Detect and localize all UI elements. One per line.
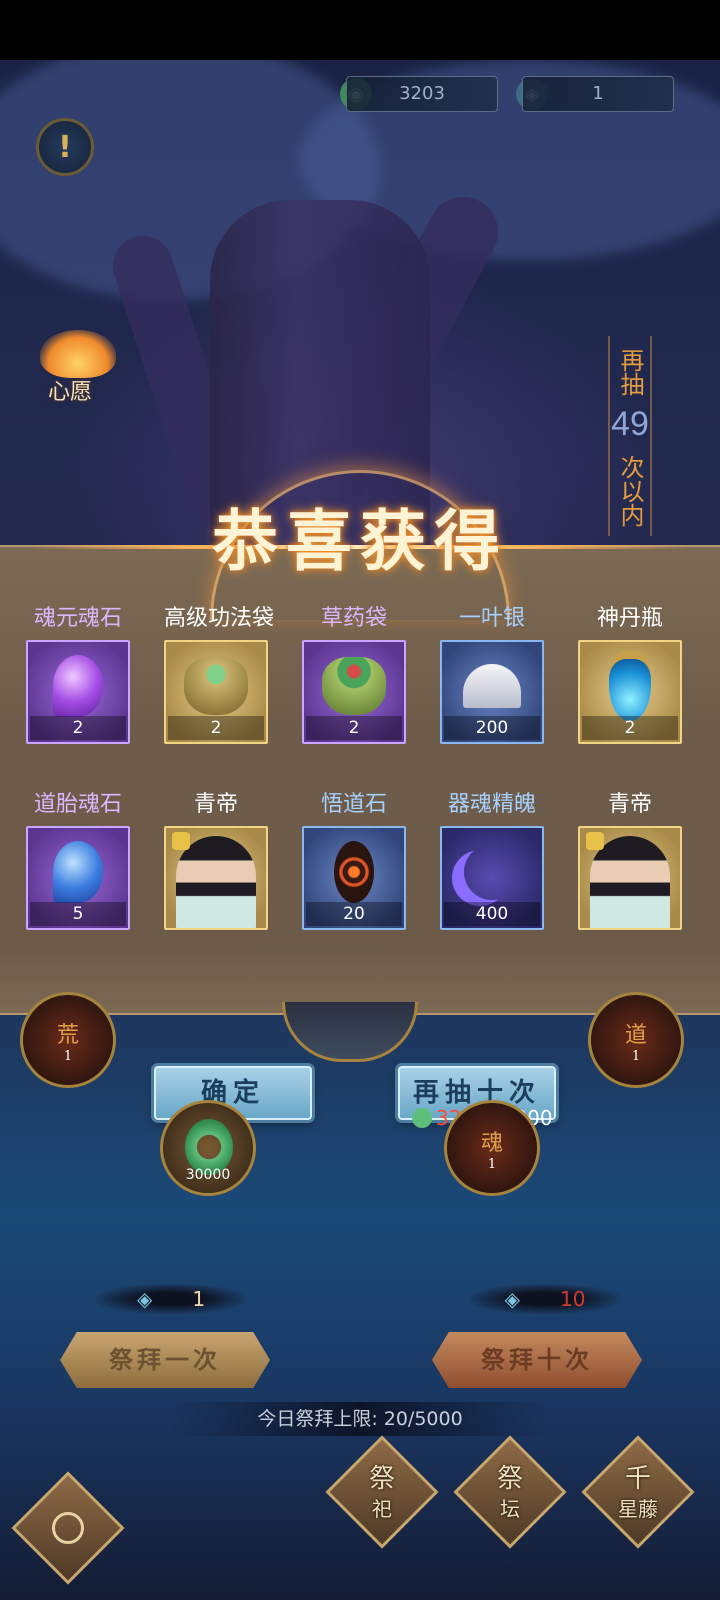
reward-item[interactable]: 器魂精魄 400: [440, 788, 544, 930]
reward-item[interactable]: 草药袋 2: [302, 602, 406, 744]
item-slot: 2: [26, 640, 130, 744]
nav-label-sub: 星藤: [618, 1497, 658, 1521]
item-slot: 400: [440, 826, 544, 930]
hero-char: 魂: [480, 1130, 503, 1156]
nav-label-main: 祭: [496, 1464, 523, 1494]
item-slot: 2: [302, 640, 406, 744]
item-name: 器魂精魄: [447, 792, 536, 817]
jade-currency-display: 3203: [346, 76, 498, 112]
reward-title: 恭喜获得: [212, 502, 508, 580]
nav-altar[interactable]: 祭 坛: [465, 1464, 555, 1524]
exclamation-icon: !: [58, 129, 72, 165]
item-slot: 5: [26, 826, 130, 930]
purple-soul-stone-icon: [53, 655, 103, 717]
herb-bag-icon: [322, 657, 386, 715]
reward-item[interactable]: 高级功法袋 2: [164, 602, 275, 744]
info-button[interactable]: !: [36, 118, 94, 176]
technique-bag-icon: [184, 657, 248, 715]
wish-button[interactable]: 心愿: [30, 330, 120, 410]
item-slot: 20: [302, 826, 406, 930]
ticket-icon: ◈: [136, 1287, 153, 1311]
item-name: 草药袋: [320, 606, 387, 631]
soul-slot[interactable]: 魂 1: [444, 1100, 540, 1196]
worship-ten-cost: ◈ 10: [470, 1284, 620, 1314]
nav-worship[interactable]: 祭 祀: [337, 1464, 427, 1524]
crescent-moon-icon: [464, 844, 520, 900]
hero-slot-huang[interactable]: 荒 1: [20, 992, 116, 1088]
reward-item[interactable]: 神丹瓶 2: [578, 602, 682, 744]
hero-count: 1: [631, 1048, 641, 1064]
nav-label-main: 祭: [368, 1464, 395, 1494]
item-count: 20: [306, 902, 402, 926]
pity-counter: 再抽 49 次以内: [608, 336, 652, 536]
item-name: 高级功法袋: [164, 606, 275, 631]
puzzle-piece-icon: [586, 832, 604, 850]
jade-small-icon: [412, 1108, 432, 1128]
jade-token-slot[interactable]: 30000: [160, 1100, 256, 1196]
hero-char: 荒: [56, 1022, 79, 1048]
ticket-icon: ◈: [504, 1287, 520, 1311]
hero-count: 1: [487, 1156, 497, 1172]
reward-item[interactable]: 悟道石 20: [302, 788, 406, 930]
item-name: 悟道石: [320, 792, 387, 817]
ticket-display: 1: [522, 76, 674, 112]
reward-item[interactable]: 青帝: [578, 788, 682, 930]
item-name: 道胎魂石: [33, 792, 122, 817]
item-count: 5: [30, 902, 126, 926]
item-name: 神丹瓶: [596, 606, 663, 631]
elixir-bottle-icon: [609, 651, 651, 721]
reward-item[interactable]: 一叶银 200: [440, 602, 544, 744]
puzzle-piece-icon: [172, 832, 190, 850]
item-name: 一叶银: [458, 606, 525, 631]
cloud-swirl-icon: [52, 1512, 84, 1544]
worship-once-button[interactable]: 祭拜一次: [60, 1332, 270, 1388]
item-slot: 2: [164, 640, 268, 744]
item-slot: [578, 826, 682, 930]
reward-item[interactable]: 青帝: [164, 788, 268, 930]
item-count: 400: [444, 902, 540, 926]
daily-limit: 今日祭拜上限: 20/5000: [170, 1402, 550, 1436]
hero-char: 道: [624, 1022, 647, 1048]
wish-label: 心愿: [48, 380, 93, 405]
ginkgo-leaf-icon: [463, 664, 521, 708]
item-slot: [164, 826, 268, 930]
nav-label-sub: 祀: [372, 1497, 392, 1521]
nav-label-main: 千: [624, 1464, 651, 1494]
reward-item[interactable]: 道胎魂石 5: [26, 788, 130, 930]
hero-slot-dao[interactable]: 道 1: [588, 992, 684, 1088]
lotus-icon: [40, 330, 116, 378]
worship-ten-count: 10: [559, 1287, 586, 1311]
item-name: 青帝: [193, 792, 238, 817]
nav-star-vine[interactable]: 千 星藤: [593, 1464, 683, 1524]
item-slot: 2: [578, 640, 682, 744]
item-count: 2: [306, 716, 402, 740]
pity-prefix: 再抽: [616, 348, 644, 396]
worship-once-cost: ◈ 1: [96, 1284, 246, 1314]
item-count: 2: [582, 716, 678, 740]
item-count: 2: [30, 716, 126, 740]
blue-soul-stone-icon: [53, 841, 103, 903]
hero-count: 1: [63, 1048, 73, 1064]
hero-portrait-icon: [590, 836, 670, 928]
enlightenment-stone-icon: [334, 841, 374, 903]
nav-label-sub: 坛: [500, 1497, 520, 1521]
jade-token-value: 30000: [185, 1167, 231, 1183]
item-count: 200: [444, 716, 540, 740]
item-count: 2: [168, 716, 264, 740]
item-slot: 200: [440, 640, 544, 744]
hero-portrait-icon: [176, 836, 256, 928]
status-bar: [0, 0, 720, 60]
worship-once-count: 1: [192, 1287, 206, 1311]
item-name: 魂元魂石: [33, 606, 122, 631]
pity-suffix: 次以内: [616, 455, 644, 527]
pity-count: 49: [611, 405, 649, 443]
reward-item[interactable]: 魂元魂石 2: [26, 602, 130, 744]
worship-ten-button[interactable]: 祭拜十次: [432, 1332, 642, 1388]
reward-banner: 恭喜获得: [150, 470, 570, 620]
item-name: 青帝: [607, 792, 652, 817]
